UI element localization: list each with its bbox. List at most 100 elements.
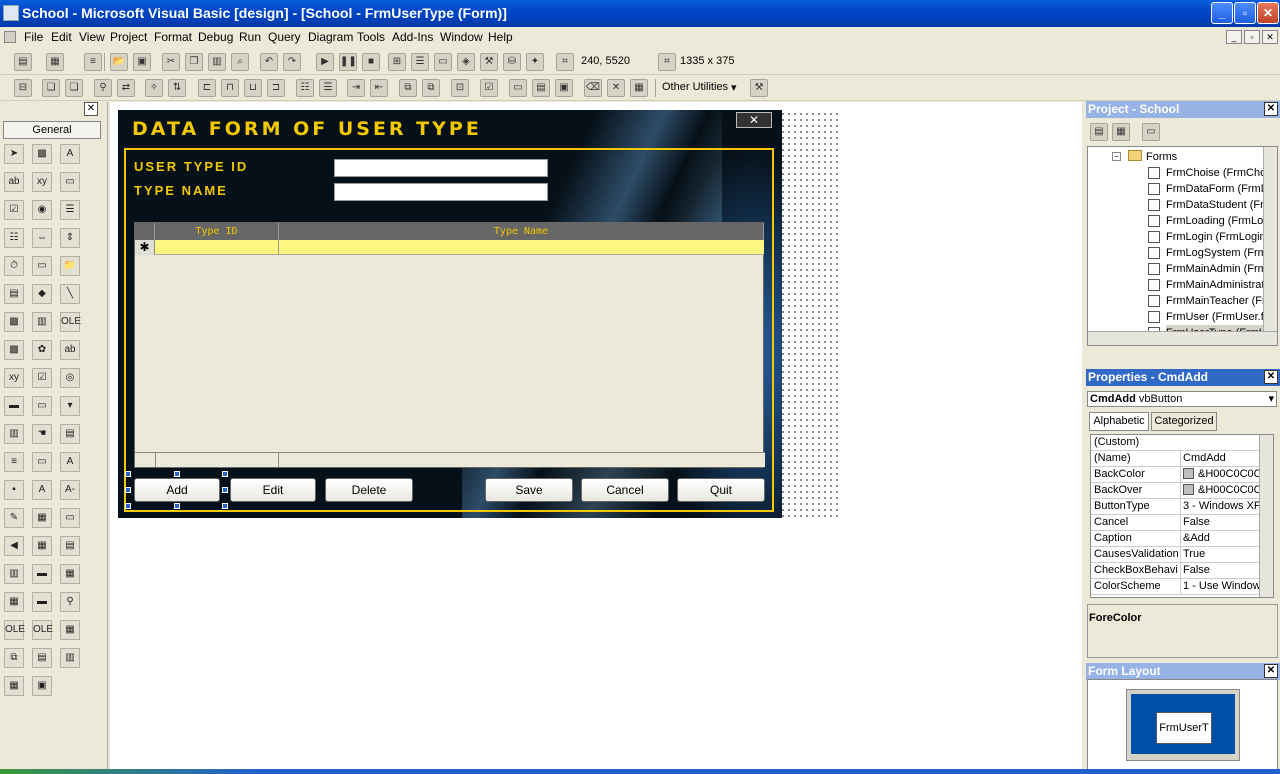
add-button[interactable]: Add	[134, 478, 220, 502]
red-bar-icon[interactable]: ▬	[32, 592, 52, 612]
folder-icon[interactable]: ▭	[509, 79, 527, 97]
stack-icon[interactable]: ▤	[60, 424, 80, 444]
progress-icon[interactable]: ▬	[4, 396, 24, 416]
selection-handle[interactable]	[125, 487, 131, 493]
chevron-down-icon[interactable]: ▾	[1268, 392, 1274, 406]
tree-item-form[interactable]: FrmMainAdministrati	[1166, 277, 1267, 293]
tree-item-form[interactable]: FrmUser (FrmUser.f	[1166, 309, 1264, 325]
toolbar-tool-icon[interactable]: ▤	[60, 536, 80, 556]
menu-editor-icon[interactable]: ≡	[84, 53, 102, 71]
view-code-icon[interactable]: ▤	[1090, 123, 1108, 141]
textbox-alt-icon[interactable]: ab	[60, 340, 80, 360]
delete-button[interactable]: Delete	[325, 478, 413, 502]
end-icon[interactable]: ■	[362, 53, 380, 71]
menu-file[interactable]: File	[24, 30, 43, 44]
start-icon[interactable]: ▶	[316, 53, 334, 71]
notepad-icon[interactable]: ▤	[532, 79, 550, 97]
square-icon[interactable]: ▪	[4, 480, 24, 500]
datetime-icon[interactable]: ▣	[32, 676, 52, 696]
cut-icon[interactable]: ✂	[162, 53, 180, 71]
image-icon[interactable]: ▩	[4, 312, 24, 332]
redo-icon[interactable]: ↷	[283, 53, 301, 71]
tree-item-form[interactable]: FrmChoise (FrmChoi	[1166, 165, 1269, 181]
picturebox-icon[interactable]: ▩	[32, 144, 52, 164]
data-view-icon[interactable]: ⛁	[503, 53, 521, 71]
layers-icon[interactable]: ▦	[630, 79, 648, 97]
menu-query[interactable]: Query	[268, 30, 301, 44]
property-row[interactable]: (Custom)	[1091, 435, 1261, 451]
toggle-folders-icon[interactable]: ▭	[1142, 123, 1160, 141]
tree-item-form[interactable]: FrmMainTeacher (Fr	[1166, 293, 1266, 309]
property-value[interactable]: CmdAdd	[1180, 451, 1260, 466]
label-bold-icon[interactable]: A	[32, 480, 52, 500]
form-layout-icon[interactable]: ▭	[434, 53, 452, 71]
selection-handle[interactable]	[174, 503, 180, 509]
scroll-icon[interactable]: ▭	[32, 452, 52, 472]
pattern2-icon[interactable]: ▦	[4, 592, 24, 612]
selection-handle[interactable]	[222, 503, 228, 509]
label-alt-icon[interactable]: A	[60, 452, 80, 472]
find-controls-icon[interactable]: ⚲	[94, 79, 112, 97]
align-left-icon[interactable]: ⊏	[198, 79, 216, 97]
lines-icon[interactable]: ≡	[4, 452, 24, 472]
ole-grid2-icon[interactable]: OLE	[32, 620, 53, 640]
tab-categorized[interactable]: Categorized	[1151, 412, 1217, 431]
project-close-icon[interactable]: ✕	[1264, 102, 1278, 116]
property-value[interactable]: True	[1180, 547, 1260, 562]
form-layout-close-icon[interactable]: ✕	[1264, 664, 1278, 678]
menu-help[interactable]: Help	[488, 30, 513, 44]
project-tree[interactable]: − Forms FrmChoise (FrmChoi FrmDataForm (…	[1087, 146, 1278, 346]
dirlistbox-icon[interactable]: 📁	[60, 256, 80, 276]
chart-bar-icon[interactable]: ▤	[32, 648, 52, 668]
checkbox-alt-icon[interactable]: ☑	[32, 368, 52, 388]
mdi-close-button[interactable]: ✕	[1262, 30, 1278, 44]
toolbox-close-icon[interactable]: ✕	[84, 102, 98, 116]
frm-user-type-form[interactable]: DATA FORM OF USER TYPE ✕ USER TYPE ID TY…	[118, 110, 782, 518]
network-icon[interactable]: ⧉	[4, 648, 24, 668]
property-row[interactable]: BackOver &H00C0C0C	[1091, 483, 1261, 499]
mdi-minimize-button[interactable]: _	[1226, 30, 1242, 44]
user-type-id-input[interactable]	[334, 159, 548, 177]
menu-window[interactable]: Window	[440, 30, 483, 44]
project-vscroll[interactable]	[1263, 147, 1277, 333]
label-dash-icon[interactable]: A-	[60, 480, 80, 500]
option-alt-icon[interactable]: ◎	[60, 368, 80, 388]
drivelistbox-icon[interactable]: ▭	[32, 256, 52, 276]
property-row[interactable]: CausesValidation True	[1091, 547, 1261, 563]
edit-icon[interactable]: ✎	[4, 508, 24, 528]
selection-handle[interactable]	[222, 471, 228, 477]
menu-tools[interactable]: Tools	[357, 30, 385, 44]
send-back-icon[interactable]: ⧉	[422, 79, 440, 97]
combobox-icon[interactable]: ☰	[60, 200, 80, 220]
add-form-icon[interactable]: ▦	[46, 53, 64, 71]
tree-item-form[interactable]: FrmLoading (FrmLoa	[1166, 213, 1269, 229]
property-value[interactable]: False	[1180, 563, 1260, 578]
frog-icon[interactable]: ✿	[32, 340, 52, 360]
mdi-restore-button[interactable]: ▫	[1244, 30, 1260, 44]
property-row[interactable]: ColorScheme 1 - Use Window:	[1091, 579, 1261, 595]
properties-icon[interactable]: ⊟	[14, 79, 32, 97]
column-header-type-id[interactable]: Type ID	[155, 223, 279, 240]
data-grid[interactable]: Type ID Type Name ✱	[134, 222, 765, 468]
vscrollbar-icon[interactable]: ⇕	[60, 228, 80, 248]
arrange-icon[interactable]: ⇅	[168, 79, 186, 97]
line-icon[interactable]: ╲	[60, 284, 80, 304]
bulleted-list-icon[interactable]: ☰	[319, 79, 337, 97]
eraser-icon[interactable]: ⌫	[584, 79, 602, 97]
form-system-icon[interactable]	[4, 31, 16, 43]
indent-icon[interactable]: ⇥	[347, 79, 365, 97]
property-row[interactable]: (Name) CmdAdd	[1091, 451, 1261, 467]
listview-icon[interactable]: ▬	[32, 564, 52, 584]
tree-folder-forms[interactable]: Forms	[1146, 149, 1177, 165]
tree-item-form[interactable]: FrmDataForm (FrmD	[1166, 181, 1269, 197]
toolbox-general-tab[interactable]: General	[3, 121, 101, 139]
statusbar-icon[interactable]: ▥	[4, 564, 24, 584]
group-icon[interactable]: ⊡	[451, 79, 469, 97]
menu-debug[interactable]: Debug	[198, 30, 233, 44]
row-selector[interactable]: ✱	[135, 240, 155, 255]
selection-handle[interactable]	[174, 471, 180, 477]
selection-handle[interactable]	[125, 503, 131, 509]
bring-front-icon[interactable]: ⧉	[399, 79, 417, 97]
property-grid[interactable]: (Custom) (Name) CmdAdd BackColor &H00C0C…	[1090, 434, 1274, 598]
open-icon[interactable]: 📂	[110, 53, 128, 71]
